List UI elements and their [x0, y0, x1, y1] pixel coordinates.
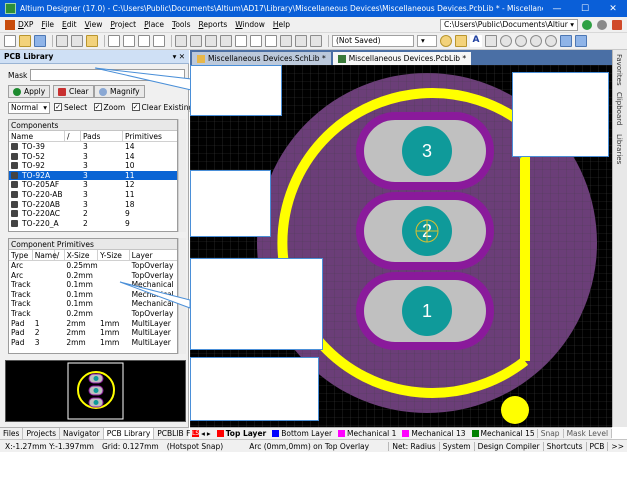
- status-net: Net: Radius: [388, 441, 438, 451]
- callout-box-2: [512, 72, 609, 157]
- layer-action-clear[interactable]: Clear: [611, 429, 612, 438]
- layer-tab-mechanical-1[interactable]: Mechanical 1: [347, 429, 398, 438]
- status-button-system[interactable]: System: [438, 441, 474, 451]
- status-coords: X:-1.27mm Y:-1.397mm: [5, 441, 94, 451]
- window-bottom-margin: [0, 452, 627, 497]
- layer-color-swatch: [216, 430, 224, 437]
- status-right-panel: Net: Radius System Design Compiler Shortcut…: [388, 441, 627, 451]
- callout-box-3: [190, 170, 271, 237]
- layer-color-swatch: [402, 430, 410, 437]
- status-button-pcb[interactable]: PCB: [585, 441, 608, 451]
- current-layer-swatch[interactable]: LS: [192, 430, 200, 437]
- layer-items: Top Layer Bottom Layer Mechanical 1 Mechani…: [213, 429, 537, 438]
- layer-tabs-bar: LS ◂ ▸ Top Layer Bottom Layer Mechanical 1…: [190, 427, 612, 439]
- callout-box-4: [190, 258, 323, 350]
- layer-color-swatch: [471, 430, 479, 437]
- status-grid: Grid: 0.127mm: [101, 441, 159, 451]
- status-button--[interactable]: >>: [607, 441, 627, 451]
- layer-action-mask-level[interactable]: Mask Level: [562, 429, 612, 438]
- status-object: Arc (0mm,0mm) on Top Overlay: [249, 441, 370, 451]
- status-button-design-compiler[interactable]: Design Compiler: [473, 441, 543, 451]
- status-snap: (Hotspot Snap): [166, 441, 224, 451]
- layer-color-swatch: [338, 430, 346, 437]
- callout-pointer-3: [119, 281, 191, 309]
- callout-pointer-1: [94, 67, 201, 93]
- layer-tab-top-layer[interactable]: Top Layer: [226, 429, 269, 438]
- layer-bar-actions: SnapMask LevelClear: [536, 429, 612, 438]
- layer-tab-mechanical-15[interactable]: Mechanical 15: [481, 429, 537, 438]
- callout-box-5: [190, 357, 319, 421]
- status-button-shortcuts[interactable]: Shortcuts: [542, 441, 586, 451]
- layer-tab-mechanical-13[interactable]: Mechanical 13: [411, 429, 467, 438]
- layer-color-swatch: [272, 430, 280, 437]
- layer-tab-bottom-layer[interactable]: Bottom Layer: [281, 429, 334, 438]
- status-bar: X:-1.27mm Y:-1.397mm Grid: 0.127mm (Hots…: [0, 439, 627, 452]
- layer-action-snap[interactable]: Snap: [536, 429, 563, 438]
- callout-box-1: [190, 65, 282, 116]
